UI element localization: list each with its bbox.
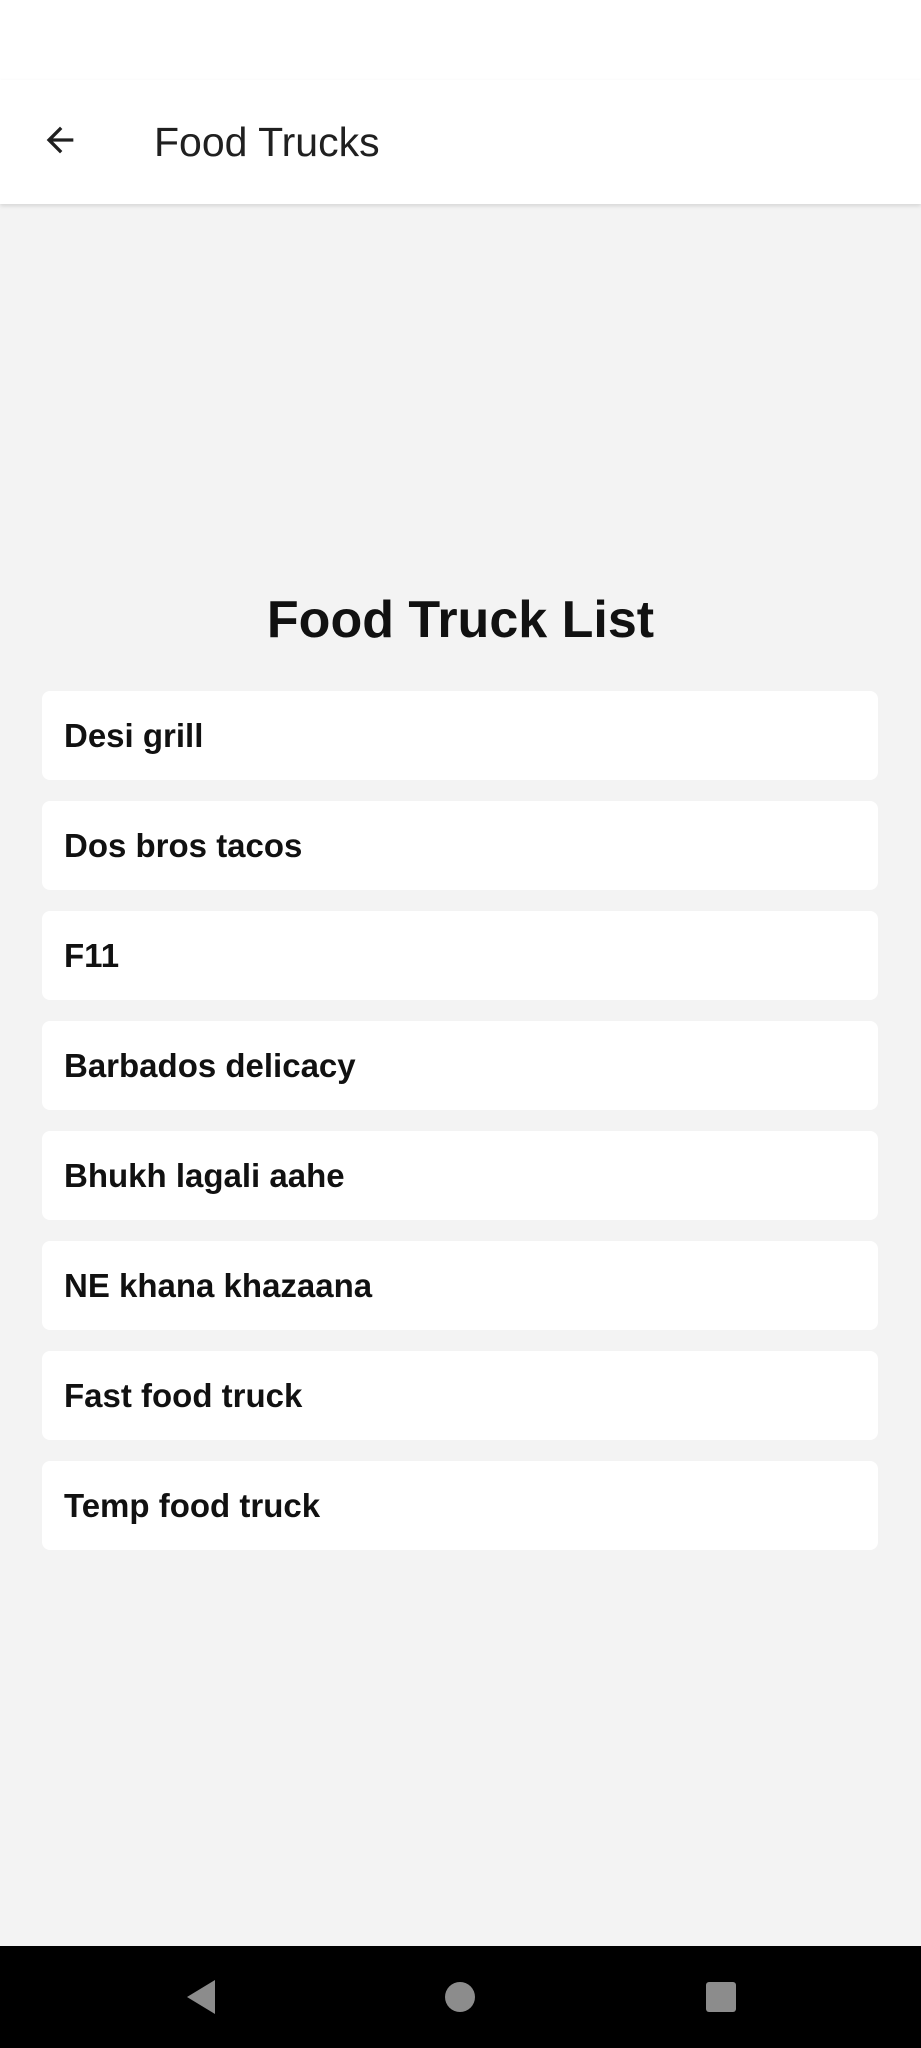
arrow-left-icon <box>46 126 74 154</box>
main-content: Food Truck List Desi grill Dos bros taco… <box>0 204 921 1946</box>
food-truck-item[interactable]: Barbados delicacy <box>42 1021 878 1110</box>
page-title: Food Trucks <box>154 119 380 165</box>
system-nav-bar <box>0 1946 921 2048</box>
back-button[interactable] <box>22 102 98 178</box>
food-truck-item[interactable]: NE khana khazaana <box>42 1241 878 1330</box>
triangle-back-icon <box>187 1980 215 2014</box>
square-recents-icon <box>706 1982 736 2012</box>
food-truck-list: Desi grill Dos bros tacos F11 Barbados d… <box>42 691 878 1571</box>
system-back-button[interactable] <box>170 1967 230 2027</box>
list-heading: Food Truck List <box>266 591 655 649</box>
status-bar <box>0 0 921 80</box>
circle-home-icon <box>445 1982 475 2012</box>
app-bar: Food Trucks <box>0 80 921 204</box>
food-truck-item[interactable]: Dos bros tacos <box>42 801 878 890</box>
screen: Food Trucks Food Truck List Desi grill D… <box>0 0 921 2048</box>
food-truck-item[interactable]: F11 <box>42 911 878 1000</box>
food-truck-item[interactable]: Fast food truck <box>42 1351 878 1440</box>
food-truck-item[interactable]: Bhukh lagali aahe <box>42 1131 878 1220</box>
system-recents-button[interactable] <box>691 1967 751 2027</box>
food-truck-item[interactable]: Desi grill <box>42 691 878 780</box>
food-truck-item[interactable]: Temp food truck <box>42 1461 878 1550</box>
system-home-button[interactable] <box>430 1967 490 2027</box>
